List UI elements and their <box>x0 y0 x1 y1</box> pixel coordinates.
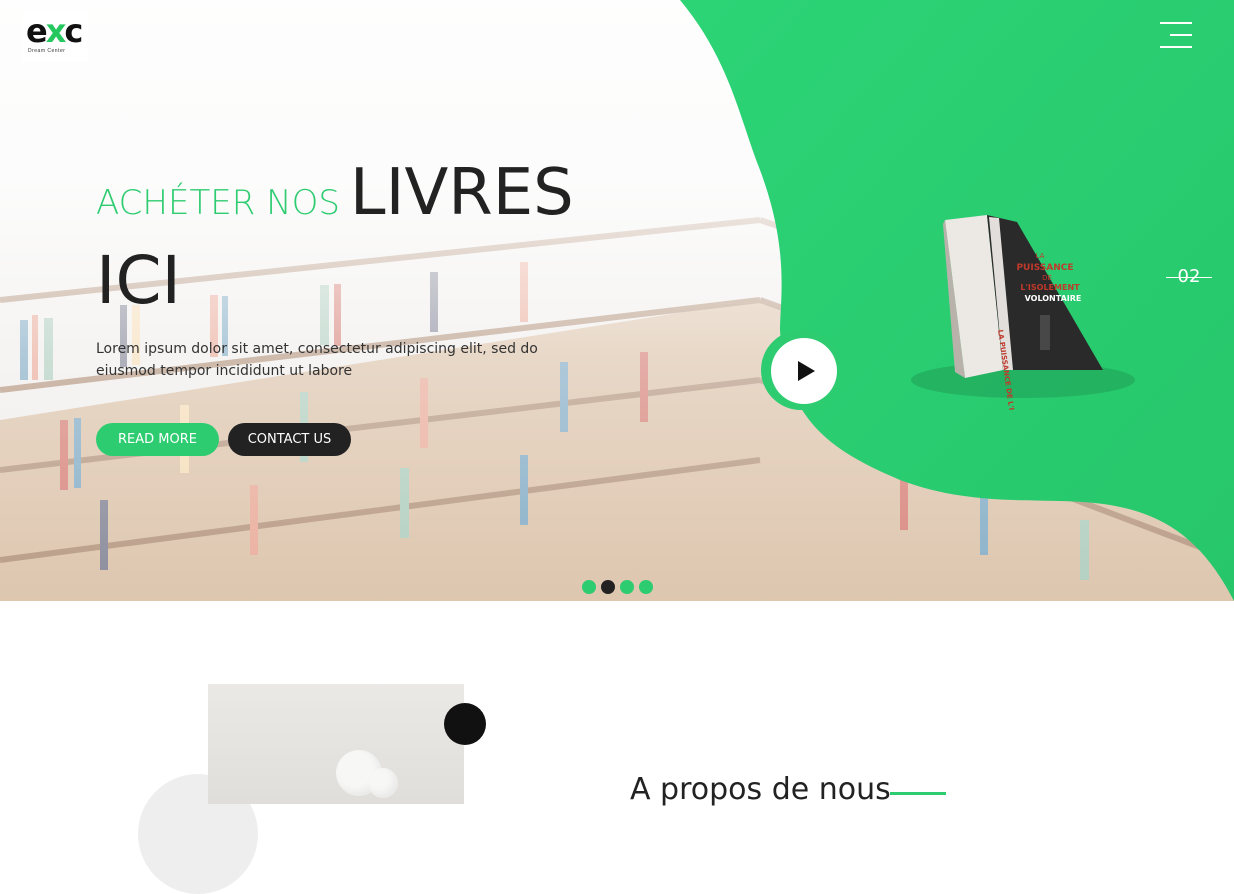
contact-us-button[interactable]: CONTACT US <box>228 423 351 456</box>
brand-logo[interactable]: exc Dream Center <box>22 10 88 62</box>
decorative-circle-dark <box>444 703 486 745</box>
about-heading: A propos de nous <box>630 772 891 807</box>
slide-number: 02 <box>1166 266 1212 287</box>
hero-title: ACHÉTER NOS LIVRES <box>96 156 574 230</box>
hero-section: exc Dream Center ACHÉTER NOS LIVRES ICI L… <box>0 0 1234 601</box>
book-title-4: L'ISOLEMENT <box>1020 283 1080 292</box>
read-more-button[interactable]: READ MORE <box>96 423 219 456</box>
hero-title-line2: ICI <box>96 242 182 319</box>
book-title-2: PUISSANCE <box>1016 263 1073 273</box>
logo-mark: exc <box>26 12 83 50</box>
slider-dot-1[interactable] <box>582 580 596 594</box>
play-icon <box>798 361 815 381</box>
balloon-decoration <box>368 768 398 798</box>
play-button-circle <box>771 338 837 404</box>
hamburger-menu-icon[interactable] <box>1158 22 1192 50</box>
book-title-1: LA <box>1036 252 1045 260</box>
slider-dot-4[interactable] <box>639 580 653 594</box>
slider-dot-2[interactable] <box>601 580 615 594</box>
hero-title-green: ACHÉTER NOS <box>96 183 340 223</box>
book-title-3: DE <box>1042 274 1052 282</box>
book-title-5: VOLONTAIRE <box>1025 294 1082 303</box>
slider-dot-3[interactable] <box>620 580 634 594</box>
play-video-button[interactable] <box>761 330 841 410</box>
logo-tagline: Dream Center <box>28 48 66 54</box>
hero-description: Lorem ipsum dolor sit amet, consectetur … <box>96 341 538 379</box>
book-image: LA PUISSANCE DE L'ISOLEMENT VOLONTAIRE L… <box>911 215 1135 410</box>
about-image <box>208 684 464 804</box>
heading-underline <box>890 792 946 795</box>
hero-title-dark: LIVRES <box>349 156 574 230</box>
